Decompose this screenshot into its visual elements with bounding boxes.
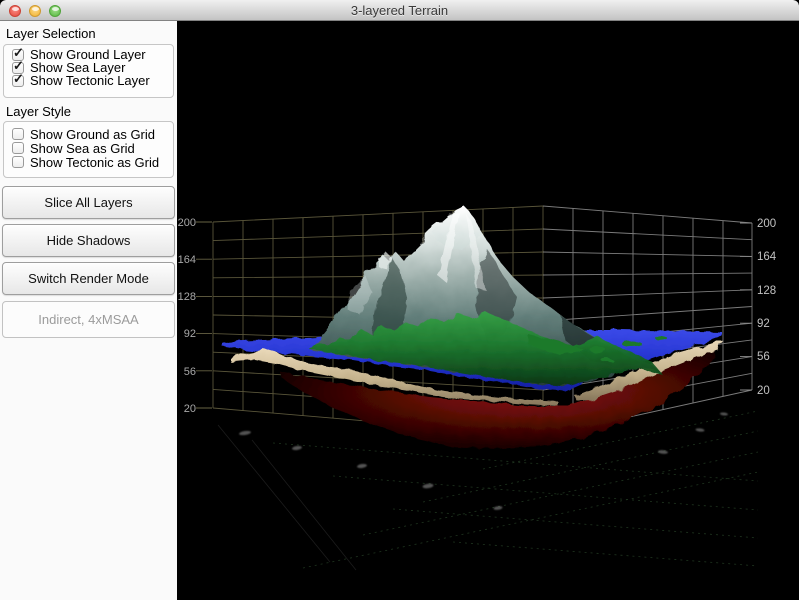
title-bar[interactable]: 3-layered Terrain xyxy=(0,0,799,21)
svg-text:56: 56 xyxy=(184,366,196,378)
svg-text:200: 200 xyxy=(757,218,776,230)
layer-selection-label: Layer Selection xyxy=(6,26,96,41)
svg-text:128: 128 xyxy=(757,285,776,297)
svg-text:92: 92 xyxy=(757,318,770,330)
checkbox-box[interactable] xyxy=(12,128,24,140)
svg-text:56: 56 xyxy=(757,351,770,363)
svg-text:20: 20 xyxy=(757,385,770,397)
checkbox-label: Show Ground as Grid xyxy=(30,126,156,142)
svg-text:164: 164 xyxy=(757,251,777,263)
checkbox-label: Show Sea as Grid xyxy=(30,140,135,156)
checkbox-show-tectonic-as-grid[interactable]: Show Tectonic as Grid xyxy=(12,154,173,170)
app-window: 3-layered Terrain Layer Selection ✓ Show… xyxy=(0,0,799,600)
checkbox-label: Show Tectonic Layer xyxy=(30,73,150,88)
hide-shadows-button[interactable]: Hide Shadows xyxy=(2,224,175,257)
checkmark-icon: ✓ xyxy=(13,70,24,86)
terrain-viewport[interactable]: 200 164 128 92 56 20 200 164 128 92 56 2… xyxy=(177,21,799,600)
control-sidebar: Layer Selection ✓ Show Ground Layer ✓ Sh… xyxy=(0,21,177,600)
checkmark-icon: ✓ xyxy=(13,57,24,73)
svg-text:164: 164 xyxy=(178,254,196,266)
slice-all-layers-button[interactable]: Slice All Layers xyxy=(2,186,175,219)
svg-text:20: 20 xyxy=(184,403,196,415)
window-title: 3-layered Terrain xyxy=(350,3,449,18)
render-mode-status: Indirect, 4xMSAA xyxy=(2,301,175,338)
layer-selection-group: ✓ Show Ground Layer ✓ Show Sea Layer ✓ S… xyxy=(3,44,174,98)
checkbox-show-sea-as-grid[interactable]: Show Sea as Grid xyxy=(12,140,173,156)
layer-style-label: Layer Style xyxy=(6,104,72,119)
checkbox-box[interactable] xyxy=(12,156,24,168)
checkmark-icon: ✓ xyxy=(13,44,24,60)
checkbox-label: Show Tectonic as Grid xyxy=(30,154,160,170)
checkbox-box[interactable] xyxy=(12,142,24,154)
checkbox-show-ground-as-grid[interactable]: Show Ground as Grid xyxy=(12,126,173,142)
checkbox-box[interactable]: ✓ xyxy=(12,70,24,87)
checkbox-show-tectonic-layer[interactable]: ✓ Show Tectonic Layer xyxy=(12,70,173,88)
switch-render-mode-button[interactable]: Switch Render Mode xyxy=(2,262,175,295)
layer-style-group: Show Ground as Grid Show Sea as Grid Sho… xyxy=(3,121,174,178)
svg-text:128: 128 xyxy=(178,291,196,303)
svg-text:200: 200 xyxy=(178,217,196,229)
svg-text:92: 92 xyxy=(184,328,196,340)
